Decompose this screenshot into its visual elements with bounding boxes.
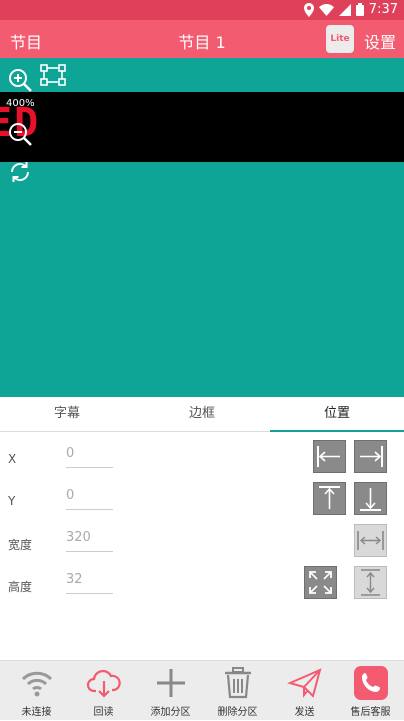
align-left-button[interactable] — [313, 440, 346, 473]
customer-service-button[interactable]: 售后客服 — [337, 661, 404, 721]
send-label: 发送 — [294, 707, 315, 718]
width-input[interactable]: 320 — [66, 530, 113, 552]
tab-border[interactable]: 边框 — [135, 397, 269, 432]
signal-icon — [338, 3, 351, 16]
height-label: 高度 — [8, 580, 33, 594]
width-row: 宽度 320 — [0, 526, 404, 568]
battery-icon — [355, 3, 364, 16]
add-zone-label: 添加分区 — [150, 707, 191, 718]
app-bar: 节目 节目 1 Lite 设置 — [0, 20, 404, 58]
program-canvas[interactable]: ED 400% — [0, 58, 404, 397]
customer-service-label: 售后客服 — [350, 707, 391, 718]
wifi-status-icon — [318, 3, 334, 16]
location-icon — [303, 2, 314, 17]
wifi-icon — [19, 665, 55, 701]
x-input[interactable]: 0 — [66, 446, 113, 468]
trash-icon — [220, 665, 256, 701]
align-bottom-button[interactable] — [354, 482, 387, 515]
height-input[interactable]: 32 — [66, 572, 113, 594]
add-zone-button[interactable]: 添加分区 — [137, 661, 204, 721]
y-label: Y — [8, 494, 16, 508]
select-area-icon[interactable] — [40, 64, 66, 90]
delete-zone-label: 删除分区 — [217, 707, 258, 718]
readback-label: 回读 — [93, 707, 114, 718]
settings-button[interactable]: 设置 — [364, 29, 396, 53]
refresh-icon[interactable] — [8, 160, 32, 188]
cloud-download-icon — [86, 665, 122, 701]
fit-full-button[interactable] — [304, 566, 337, 599]
zoom-out-icon[interactable] — [8, 122, 32, 150]
led-preview[interactable]: ED 400% — [0, 92, 404, 162]
align-right-button[interactable] — [354, 440, 387, 473]
zoom-level: 400% — [6, 98, 35, 109]
delete-zone-button[interactable]: 删除分区 — [204, 661, 271, 721]
x-label: X — [8, 452, 17, 466]
phone-icon — [353, 665, 389, 701]
property-tabs: 字幕 边框 位置 — [0, 397, 404, 432]
status-bar: 7:37 — [0, 0, 404, 20]
width-label: 宽度 — [8, 538, 33, 552]
fit-height-button[interactable] — [354, 566, 387, 599]
align-top-button[interactable] — [313, 482, 346, 515]
tab-position[interactable]: 位置 — [270, 397, 404, 432]
tab-subtitle[interactable]: 字幕 — [0, 397, 134, 432]
fit-width-button[interactable] — [354, 524, 387, 557]
send-icon — [287, 665, 323, 701]
height-row: 高度 32 — [0, 568, 404, 610]
readback-button[interactable]: 回读 — [70, 661, 137, 721]
connection-status-label: 未连接 — [21, 707, 52, 718]
position-form: X 0 Y 0 宽度 320 高度 32 — [0, 432, 404, 660]
status-icons: 7:37 — [303, 2, 398, 17]
plus-icon — [153, 665, 189, 701]
bottom-toolbar: 未连接 回读 添加分区 删除分区 发送 售后客服 — [0, 660, 404, 720]
send-button[interactable]: 发送 — [271, 661, 338, 721]
y-input[interactable]: 0 — [66, 488, 113, 510]
lite-badge[interactable]: Lite — [326, 25, 354, 53]
connection-status-button[interactable]: 未连接 — [3, 661, 70, 721]
status-time: 7:37 — [368, 2, 398, 17]
